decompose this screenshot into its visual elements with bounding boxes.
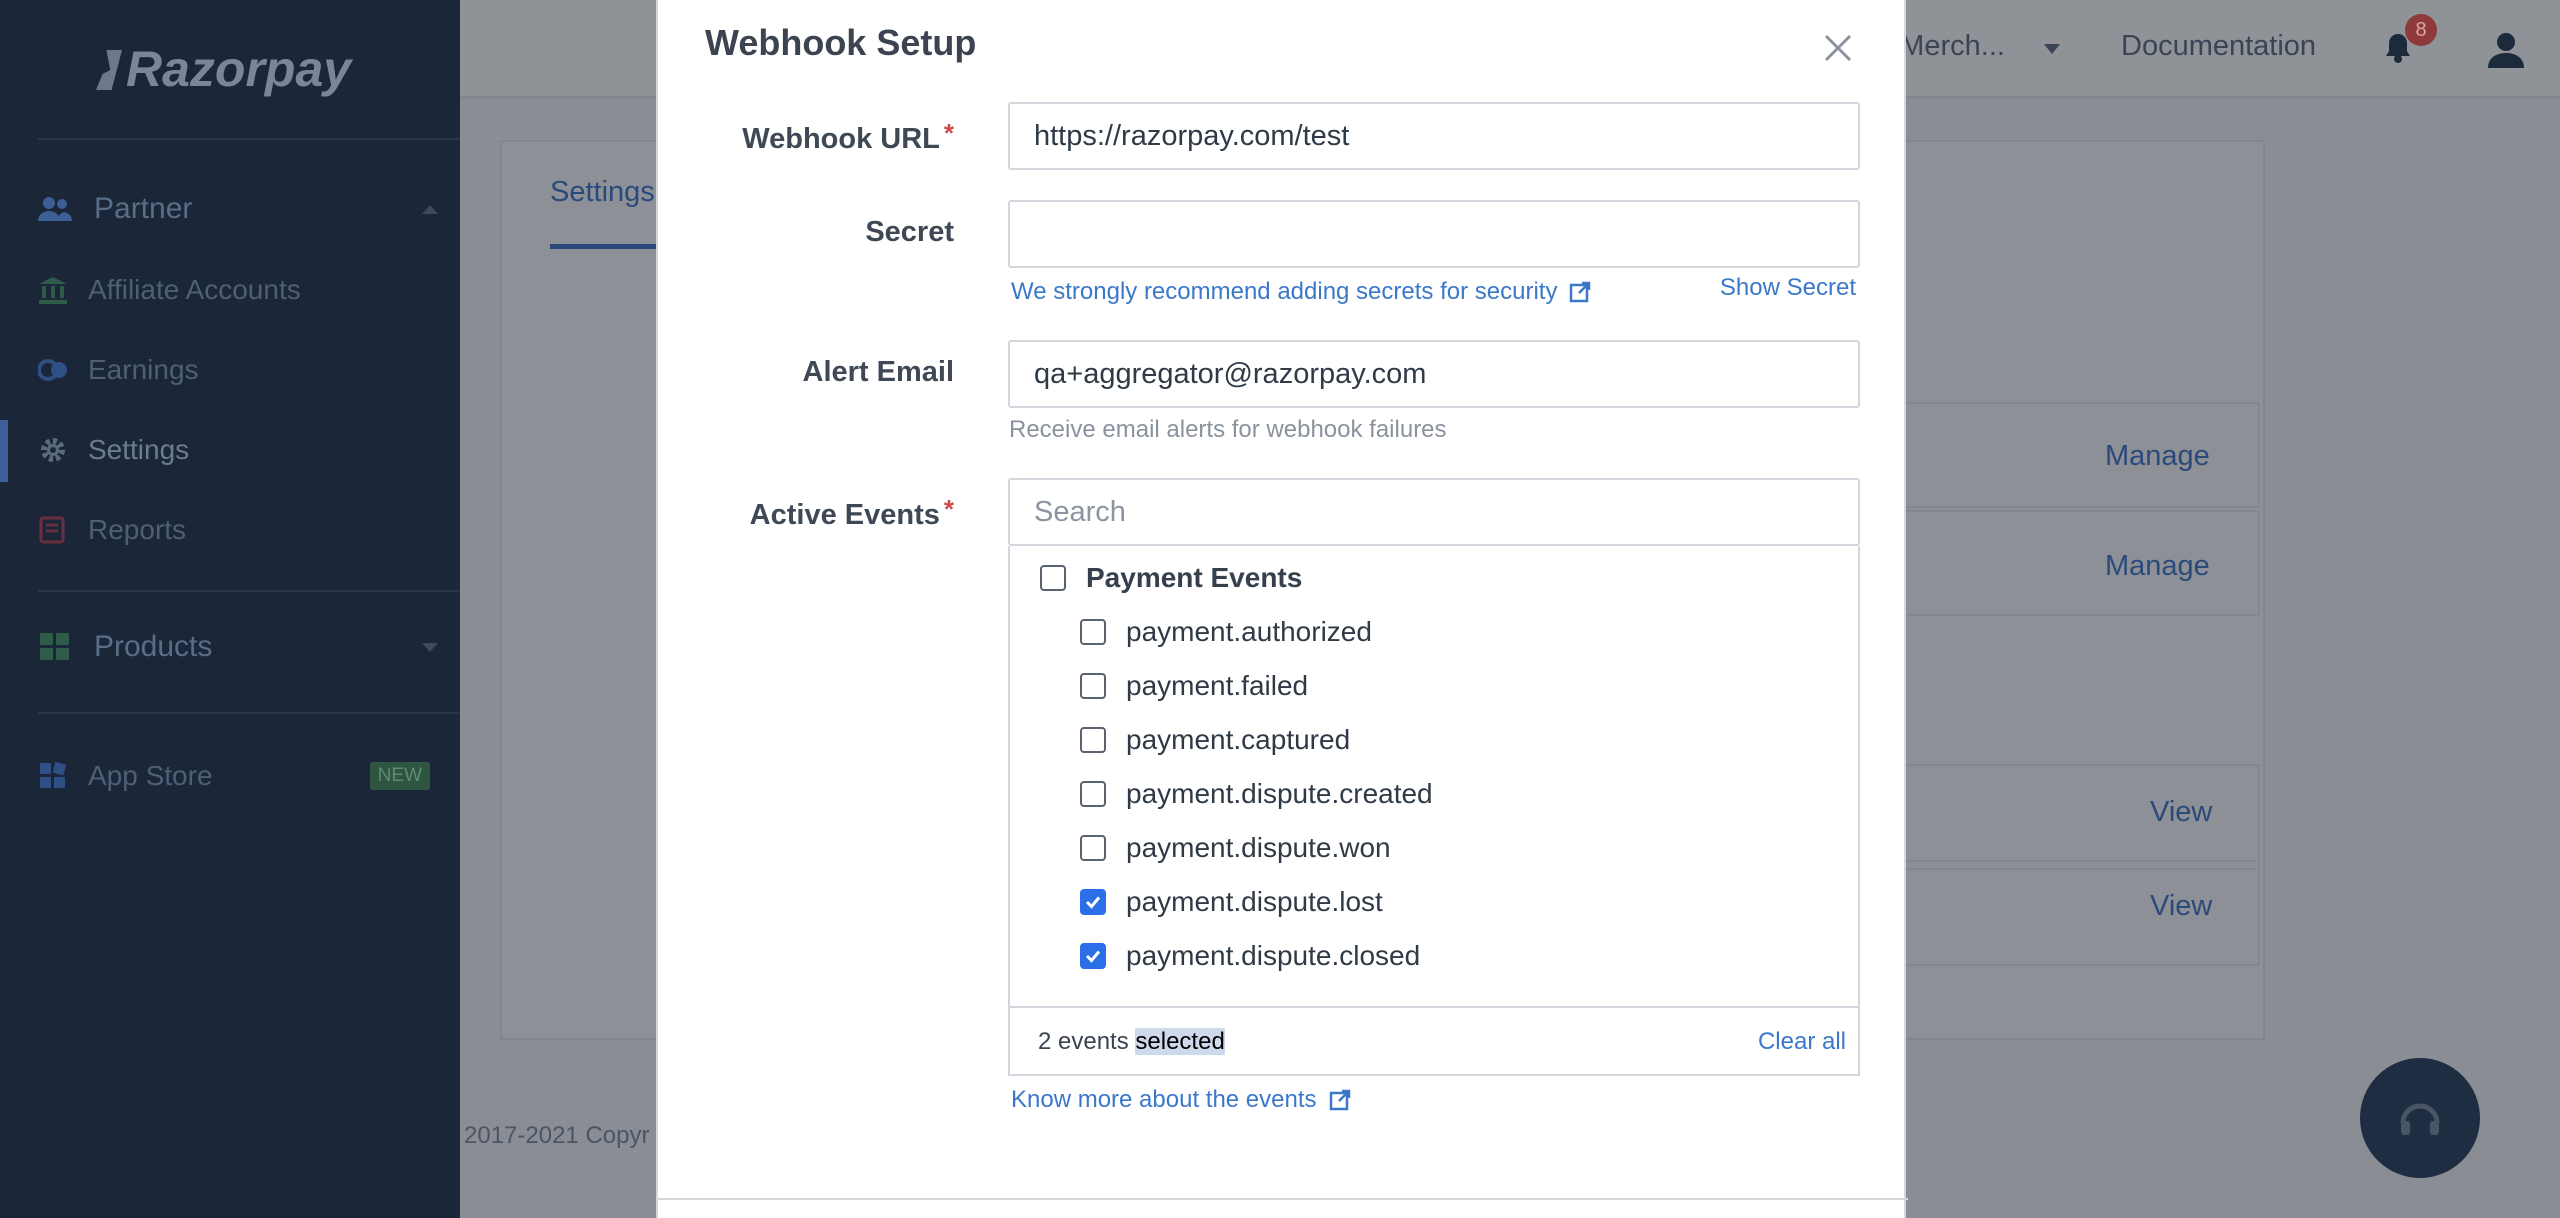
event-item-label: payment.captured	[1126, 724, 1351, 755]
sidebar-item-earnings[interactable]: Earnings	[38, 354, 448, 386]
razorpay-logo[interactable]: Razorpay	[96, 40, 351, 98]
event-item-label: payment.dispute.created	[1126, 778, 1433, 809]
new-badge: NEW	[369, 762, 430, 790]
clear-all-link[interactable]: Clear all	[1758, 1028, 1846, 1056]
active-events-label: Active Events *	[749, 494, 954, 531]
event-item[interactable]: payment.failed	[1080, 670, 1308, 702]
modal-footer-divider	[658, 1198, 1908, 1200]
sidebar-divider	[38, 590, 464, 592]
report-icon	[39, 516, 65, 544]
checkbox-checked[interactable]	[1080, 943, 1106, 969]
user-icon[interactable]	[2486, 30, 2526, 70]
external-link-icon	[1329, 1089, 1350, 1111]
active-tab-underline	[550, 244, 660, 249]
checkbox[interactable]	[1080, 673, 1106, 699]
app-store-icon	[40, 761, 67, 788]
event-item-label: payment.authorized	[1126, 616, 1372, 647]
chevron-down-icon	[422, 642, 438, 652]
view-link[interactable]: View	[2150, 796, 2212, 829]
event-item[interactable]: payment.dispute.closed	[1080, 940, 1420, 972]
sidebar-section-label: Products	[94, 630, 213, 663]
checkbox[interactable]	[1080, 835, 1106, 861]
sidebar-item-label: Earnings	[88, 354, 199, 385]
checkbox[interactable]	[1080, 727, 1106, 753]
webhook-setup-modal: Webhook Setup Webhook URL* Secret We str…	[656, 0, 1908, 1218]
chevron-up-icon	[422, 204, 438, 214]
events-list[interactable]: Payment Events payment.authorized payment…	[1008, 546, 1860, 1006]
coins-icon	[38, 359, 67, 381]
events-search-input[interactable]	[1008, 478, 1860, 546]
tab-settings[interactable]: Settings	[550, 176, 655, 209]
event-group-payment[interactable]: Payment Events	[1040, 562, 1302, 594]
group-checkbox[interactable]	[1040, 565, 1066, 591]
grid-icon	[40, 633, 69, 660]
event-group-label: Payment Events	[1086, 562, 1303, 593]
sidebar-item-affiliate-accounts[interactable]: Affiliate Accounts	[38, 274, 448, 306]
alert-email-input[interactable]	[1008, 340, 1860, 408]
sidebar-item-label: Reports	[88, 514, 187, 545]
event-item[interactable]: payment.captured	[1080, 724, 1350, 756]
event-item-label: payment.dispute.lost	[1126, 886, 1383, 917]
sidebar-divider	[38, 138, 464, 140]
sidebar-section-label: Partner	[94, 192, 193, 225]
alert-email-label: Alert Email	[802, 356, 955, 388]
show-secret-link[interactable]: Show Secret	[1720, 274, 1856, 302]
event-item[interactable]: payment.dispute.created	[1080, 778, 1433, 810]
alert-email-hint: Receive email alerts for webhook failure…	[1009, 416, 1447, 443]
event-item[interactable]: payment.dispute.lost	[1080, 886, 1383, 918]
sidebar-divider	[38, 712, 464, 714]
checkbox[interactable]	[1080, 619, 1106, 645]
event-item[interactable]: payment.dispute.won	[1080, 832, 1391, 864]
secret-input[interactable]	[1008, 200, 1860, 268]
people-icon	[38, 197, 72, 221]
sidebar-item-label: App Store	[88, 760, 213, 791]
sidebar-section-partner[interactable]: Partner	[38, 192, 438, 226]
bank-icon	[39, 277, 67, 304]
checkbox[interactable]	[1080, 781, 1106, 807]
secret-label: Secret	[865, 216, 954, 248]
documentation-link[interactable]: Documentation	[2121, 30, 2316, 63]
gear-icon	[41, 438, 65, 462]
sidebar-section-products[interactable]: Products	[38, 630, 438, 664]
manage-link[interactable]: Manage	[2105, 440, 2210, 473]
headset-icon	[2400, 1103, 2440, 1135]
event-item-label: payment.dispute.closed	[1126, 940, 1421, 971]
help-chat-button[interactable]	[2360, 1058, 2480, 1178]
event-item[interactable]: payment.authorized	[1080, 616, 1372, 648]
sidebar-active-indicator	[0, 420, 8, 482]
event-item-label: payment.dispute.won	[1126, 832, 1391, 863]
sidebar: Razorpay Partner Affiliate Accounts Earn…	[0, 0, 464, 1218]
events-selected-count: 2 events selected	[1038, 1028, 1225, 1055]
sidebar-item-label: Settings	[88, 434, 190, 465]
sidebar-item-app-store[interactable]: App Store NEW	[38, 760, 430, 792]
sidebar-item-settings[interactable]: Settings	[38, 434, 448, 466]
webhook-url-label: Webhook URL *	[742, 118, 954, 155]
checkbox-checked[interactable]	[1080, 889, 1106, 915]
secret-recommendation-link[interactable]: We strongly recommend adding secrets for…	[1011, 278, 1591, 306]
know-more-events-link[interactable]: Know more about the events	[1011, 1086, 1351, 1114]
view-link[interactable]: View	[2150, 890, 2212, 923]
copyright-text: 2017-2021 Copyr	[464, 1122, 650, 1149]
close-icon[interactable]	[1818, 28, 1858, 68]
modal-title: Webhook Setup	[705, 22, 977, 63]
events-footer: 2 events selected Clear all	[1008, 1006, 1860, 1076]
external-link-icon	[1570, 281, 1591, 303]
chevron-down-icon	[2044, 44, 2060, 54]
webhook-url-input[interactable]	[1008, 102, 1860, 170]
sidebar-item-reports[interactable]: Reports	[38, 514, 448, 546]
event-item-label: payment.failed	[1126, 670, 1309, 701]
sidebar-item-label: Affiliate Accounts	[88, 274, 301, 305]
manage-link[interactable]: Manage	[2105, 550, 2210, 583]
notification-count-badge: 8	[2405, 14, 2437, 46]
